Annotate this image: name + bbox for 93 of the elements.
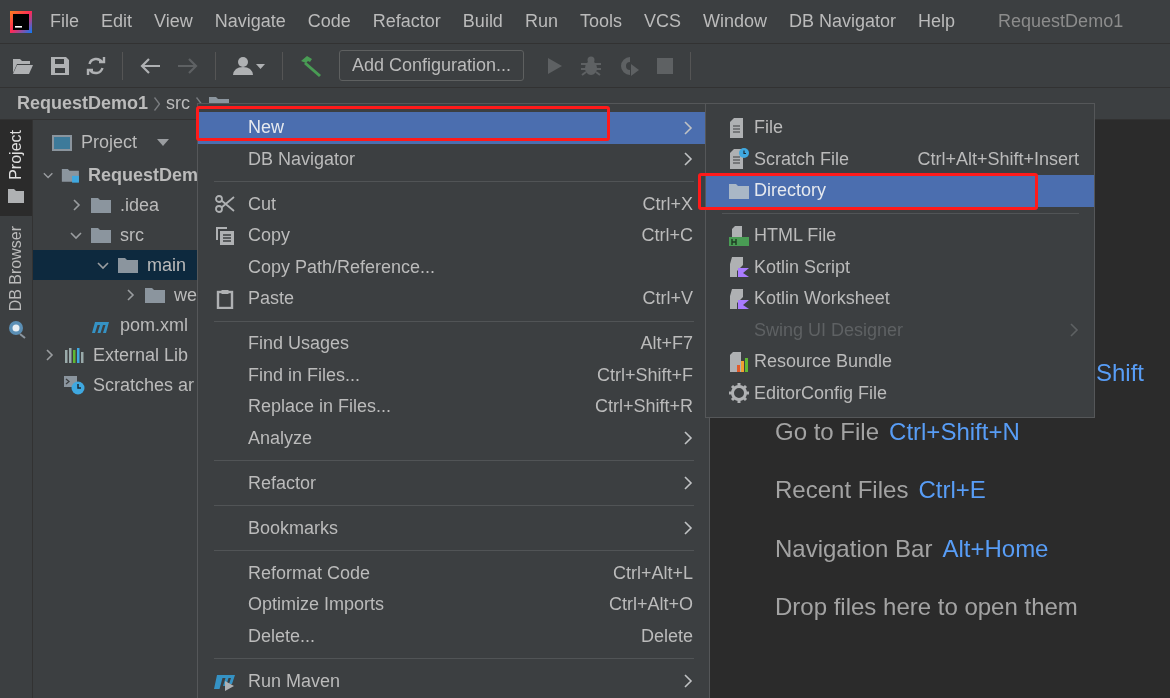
magnifier-icon bbox=[6, 319, 26, 340]
folder-icon bbox=[117, 256, 139, 274]
hint-label: Navigation Bar bbox=[775, 534, 933, 564]
project-window-icon bbox=[51, 133, 73, 152]
libraries-icon bbox=[63, 346, 85, 364]
dropdown-triangle-icon[interactable] bbox=[157, 138, 170, 147]
gear-icon bbox=[728, 382, 750, 405]
hint-shortcut: Ctrl+E bbox=[918, 476, 986, 505]
folder-icon bbox=[90, 196, 112, 214]
chevron-down-icon[interactable] bbox=[70, 229, 82, 241]
menu-bar-item[interactable]: Help bbox=[909, 11, 965, 32]
menu-item[interactable]: Bookmarks bbox=[198, 512, 709, 544]
menu-item[interactable]: Cut Ctrl+X bbox=[198, 188, 709, 220]
hint-shortcut: Shift bbox=[1096, 359, 1145, 388]
save-icon[interactable] bbox=[50, 55, 70, 76]
menu-item[interactable]: Copy Ctrl+C bbox=[198, 220, 709, 252]
menu-item[interactable]: Paste Ctrl+V bbox=[198, 283, 709, 315]
menu-item[interactable]: Optimize Imports Ctrl+Alt+O bbox=[198, 589, 709, 621]
tool-window-tab[interactable]: DB Browser bbox=[0, 215, 32, 352]
kotlin-file-icon bbox=[728, 256, 750, 279]
hint-label: Recent Files bbox=[775, 476, 909, 505]
menu-item[interactable]: Run Maven bbox=[198, 665, 709, 697]
tree-item[interactable]: RequestDem bbox=[33, 160, 198, 190]
tree-item[interactable]: main bbox=[33, 250, 198, 280]
clipboard-icon bbox=[215, 288, 235, 309]
tree-item[interactable]: pom.xml bbox=[33, 310, 198, 340]
chevron-right-icon bbox=[154, 96, 161, 111]
menu-bar-item[interactable]: File bbox=[41, 11, 88, 32]
folder-icon bbox=[728, 181, 750, 200]
folder-icon bbox=[144, 286, 166, 304]
hammer-icon[interactable] bbox=[299, 54, 323, 77]
menu-item[interactable]: Replace in Files... Ctrl+Shift+R bbox=[198, 391, 709, 423]
menu-item[interactable]: Resource Bundle bbox=[706, 346, 1094, 378]
html-file-icon bbox=[728, 224, 750, 247]
chevron-down-icon[interactable] bbox=[97, 259, 109, 271]
menu-item[interactable]: File bbox=[706, 112, 1094, 144]
menu-bar-item[interactable]: DB Navigator bbox=[780, 11, 906, 32]
breadcrumb-item[interactable]: src bbox=[166, 93, 191, 114]
folder-icon bbox=[7, 187, 25, 204]
copy-icon bbox=[215, 225, 235, 246]
sync-icon[interactable] bbox=[86, 55, 106, 76]
resource-bundle-icon bbox=[728, 350, 750, 373]
project-title: RequestDemo1 bbox=[998, 11, 1124, 32]
menu-item[interactable]: Find in Files... Ctrl+Shift+F bbox=[198, 359, 709, 391]
tree-item[interactable]: External Lib bbox=[33, 340, 198, 370]
chevron-right-icon[interactable] bbox=[70, 199, 82, 211]
back-arrow-icon[interactable] bbox=[139, 56, 161, 75]
open-folder-icon[interactable] bbox=[12, 56, 34, 75]
panel-title: Project bbox=[81, 132, 138, 153]
chevron-right-icon[interactable] bbox=[43, 349, 55, 361]
scratch-file-icon bbox=[728, 148, 750, 171]
menu-bar-item[interactable]: VCS bbox=[634, 11, 690, 32]
hint-label: Drop files here to open them bbox=[775, 593, 1078, 622]
breadcrumb-item[interactable]: RequestDemo1 bbox=[17, 93, 149, 114]
chevron-right-icon[interactable] bbox=[124, 289, 136, 301]
kotlin-file-icon bbox=[728, 287, 750, 310]
menu-item[interactable]: DB Navigator bbox=[198, 143, 709, 175]
menu-item[interactable]: HTML File bbox=[706, 220, 1094, 252]
folder-icon bbox=[90, 226, 112, 244]
menu-item[interactable]: Kotlin Worksheet bbox=[706, 283, 1094, 315]
scissors-icon bbox=[215, 194, 235, 215]
tree-item[interactable]: Scratches ar bbox=[33, 370, 198, 400]
tree-item[interactable]: .idea bbox=[33, 190, 198, 220]
menu-item[interactable]: Analyze bbox=[198, 422, 709, 454]
menu-bar-item[interactable]: Window bbox=[693, 11, 776, 32]
menu-item[interactable]: Refactor bbox=[198, 467, 709, 499]
menu-item[interactable]: Find Usages Alt+F7 bbox=[198, 328, 709, 360]
menu-item[interactable]: Delete... Delete bbox=[198, 620, 709, 652]
tree-item[interactable]: src bbox=[33, 220, 198, 250]
tree-item[interactable]: we bbox=[33, 280, 198, 310]
menu-item[interactable]: Directory bbox=[706, 175, 1094, 207]
menu-item[interactable]: Kotlin Script bbox=[706, 251, 1094, 283]
menu-bar-item[interactable]: Edit bbox=[92, 11, 142, 32]
app-logo-icon bbox=[10, 10, 32, 33]
hint-label: Go to File bbox=[775, 417, 880, 447]
menu-bar-item[interactable]: Refactor bbox=[363, 11, 450, 32]
menu-item[interactable]: Scratch File Ctrl+Alt+Shift+Insert bbox=[706, 143, 1094, 175]
hint-shortcut: Alt+Home bbox=[942, 534, 1049, 564]
tool-window-tab[interactable]: Project bbox=[0, 120, 32, 216]
menu-item[interactable]: EditorConfig File bbox=[706, 377, 1094, 409]
user-dropdown-icon[interactable] bbox=[232, 55, 266, 76]
add-configuration-button[interactable]: Add Configuration... bbox=[339, 50, 525, 81]
module-folder-icon bbox=[61, 166, 80, 184]
menu-bar-item[interactable]: Code bbox=[298, 11, 360, 32]
menu-bar-item[interactable]: Navigate bbox=[205, 11, 295, 32]
menu-item[interactable]: Copy Path/Reference... bbox=[198, 251, 709, 283]
menu-bar-item[interactable]: Build bbox=[453, 11, 512, 32]
menu-bar-item[interactable]: Tools bbox=[570, 11, 631, 32]
hint-shortcut: Ctrl+Shift+N bbox=[889, 417, 1020, 447]
menu-item[interactable]: Reformat Code Ctrl+Alt+L bbox=[198, 557, 709, 589]
menu-bar-item[interactable]: Run bbox=[515, 11, 567, 32]
menu-bar-item[interactable]: View bbox=[145, 11, 202, 32]
scratches-icon bbox=[63, 375, 85, 395]
